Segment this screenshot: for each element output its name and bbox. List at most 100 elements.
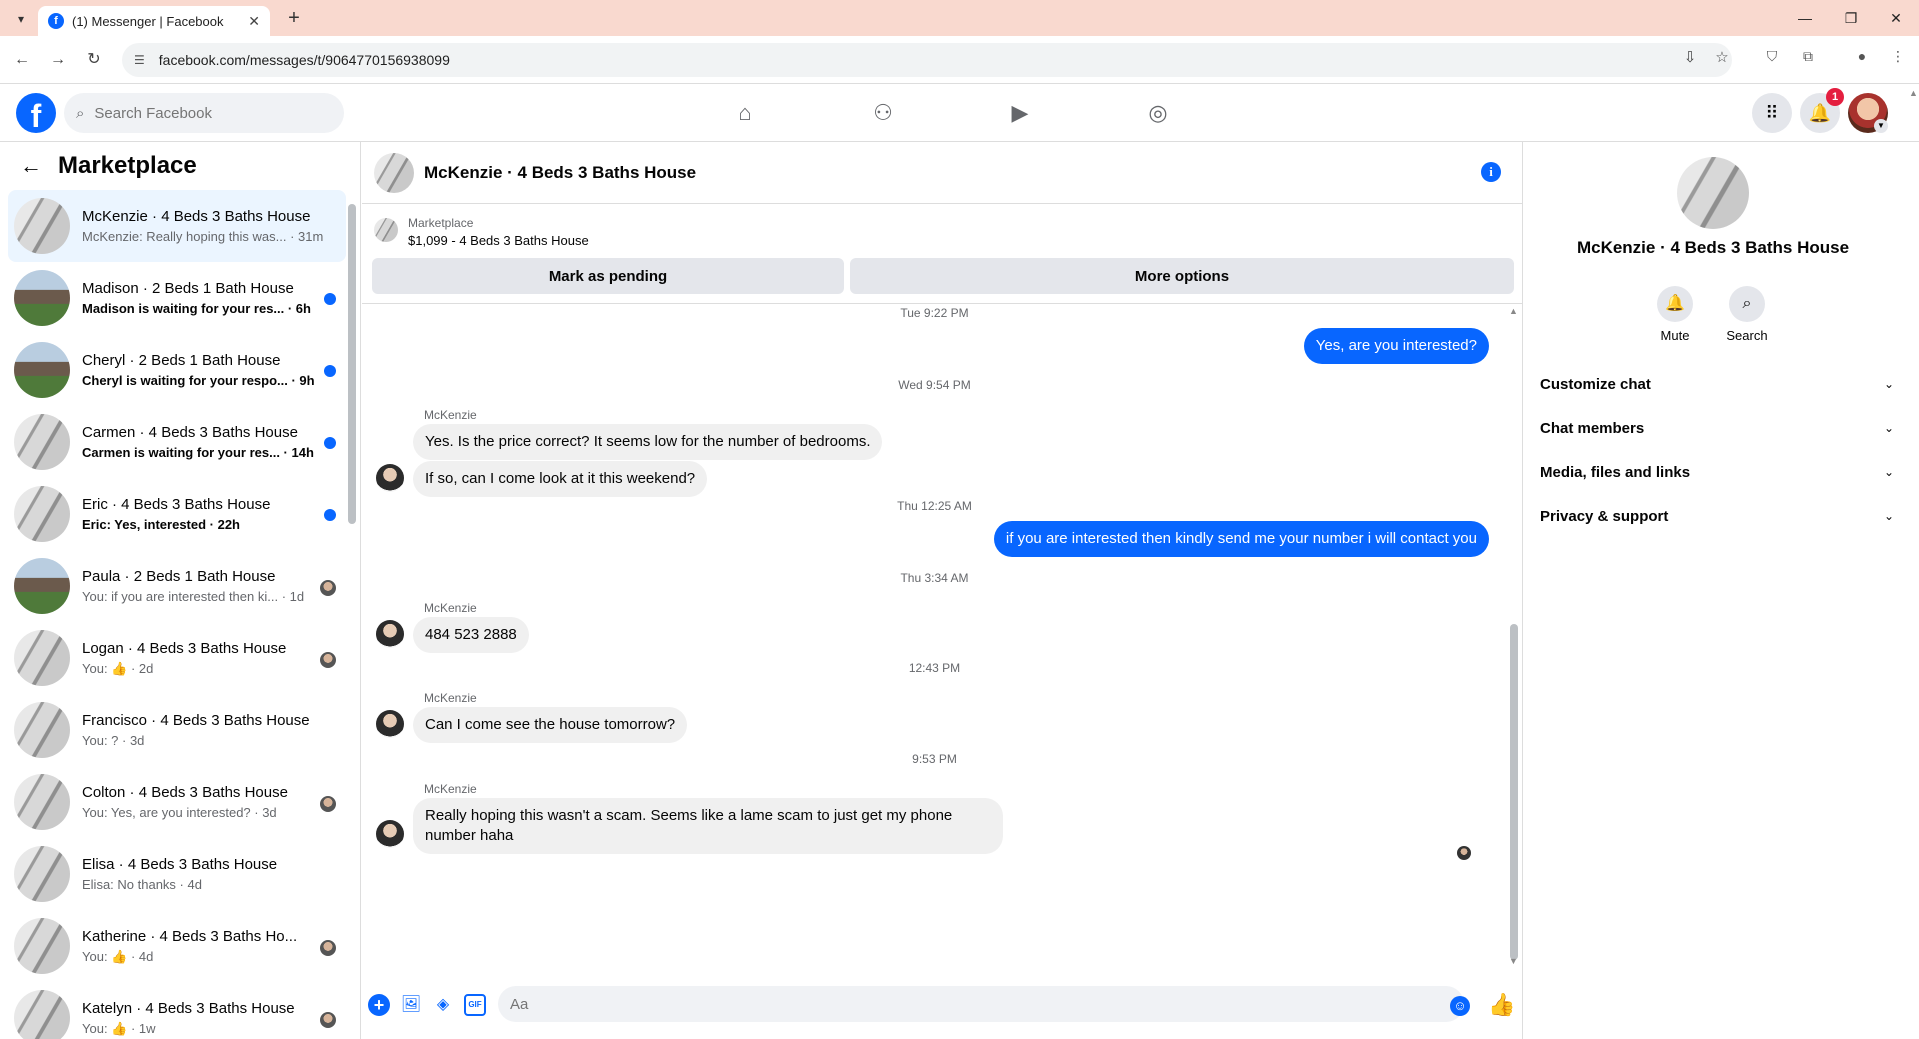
install-app-icon[interactable]: ⇩: [1678, 48, 1702, 66]
new-tab-icon[interactable]: +: [282, 6, 306, 30]
search-action[interactable]: ⌕ Search: [1717, 286, 1777, 343]
attach-photo-icon[interactable]: 🖼: [400, 994, 422, 1016]
details-avatar[interactable]: [1677, 157, 1749, 229]
tab-close-icon[interactable]: ✕: [248, 13, 260, 30]
home-icon[interactable]: ⌂: [730, 98, 760, 128]
scroll-up-arrow-icon[interactable]: ▲: [1509, 306, 1518, 316]
conversation-text: Paula · 2 Beds 1 Bath House You: if you a…: [82, 568, 346, 604]
read-receipt-avatar: [1457, 846, 1471, 860]
address-bar[interactable]: ☰ facebook.com/messages/t/90647701569380…: [122, 43, 1732, 77]
conversation-item[interactable]: Katelyn · 4 Beds 3 Baths House You: 👍 · 1…: [8, 982, 346, 1039]
conversation-item[interactable]: Logan · 4 Beds 3 Baths House You: 👍 · 2d: [8, 622, 346, 694]
message-bubble-outgoing[interactable]: if you are interested then kindly send m…: [993, 521, 1489, 557]
listing-thumbnail[interactable]: [374, 218, 398, 242]
conversation-item[interactable]: Elisa · 4 Beds 3 Baths House Elisa: No th…: [8, 838, 346, 910]
conversation-snippet: McKenzie: Really hoping this was... · 31…: [82, 229, 324, 244]
conversation-name: Francisco · 4 Beds 3 Baths House: [82, 712, 310, 729]
more-options-button[interactable]: More options: [850, 258, 1514, 294]
window-close-icon[interactable]: ✕: [1873, 0, 1919, 36]
section-media-files-links[interactable]: Media, files and links ⌄: [1540, 450, 1900, 494]
sender-avatar[interactable]: [376, 710, 404, 738]
video-icon[interactable]: ▶: [1005, 98, 1035, 128]
section-privacy-support[interactable]: Privacy & support ⌄: [1540, 494, 1900, 538]
listing-thumbnail: [14, 342, 70, 398]
facebook-search[interactable]: ⌕: [64, 93, 344, 133]
sticker-icon[interactable]: ◈: [432, 994, 454, 1016]
scroll-up-arrow-icon[interactable]: ▲: [1909, 88, 1918, 98]
emoji-icon[interactable]: ☺: [1450, 996, 1470, 1016]
message-bubble-incoming[interactable]: 484 523 2888: [413, 617, 529, 653]
conversation-item[interactable]: Cheryl · 2 Beds 1 Bath House Cheryl is wa…: [8, 334, 346, 406]
conversation-name: McKenzie · 4 Beds 3 Baths House: [82, 208, 311, 225]
thumbs-up-like-icon[interactable]: 👍: [1488, 992, 1515, 1018]
listing-price[interactable]: $1,099 - 4 Beds 3 Baths House: [408, 233, 589, 248]
scroll-down-arrow-icon[interactable]: ▼: [1509, 956, 1518, 966]
back-arrow-icon[interactable]: ←: [20, 153, 42, 179]
chat-title[interactable]: McKenzie · 4 Beds 3 Baths House: [424, 163, 696, 183]
conversation-item[interactable]: Katherine · 4 Beds 3 Baths Ho... You: 👍 ·…: [8, 910, 346, 982]
browser-toolbar: ← → ↻ ☰ facebook.com/messages/t/90647701…: [0, 36, 1919, 84]
conversation-item[interactable]: Paula · 2 Beds 1 Bath House You: if you a…: [8, 550, 346, 622]
details-name: McKenzie · 4 Beds 3 Baths House: [1576, 238, 1850, 257]
timestamp: Thu 3:34 AM: [900, 571, 969, 585]
mark-as-pending-button[interactable]: Mark as pending: [372, 258, 844, 294]
message-bubble-incoming[interactable]: Can I come see the house tomorrow?: [413, 707, 688, 743]
section-chat-members[interactable]: Chat members ⌄: [1540, 406, 1900, 450]
shield-extension-icon[interactable]: ⛉: [1760, 48, 1784, 72]
groups-icon[interactable]: ◎: [1143, 98, 1173, 128]
search-icon[interactable]: ⌕: [1729, 286, 1765, 322]
message-bubble-incoming[interactable]: Yes. Is the price correct? It seems low …: [413, 424, 883, 460]
sidebar-header: ← Marketplace: [0, 142, 360, 190]
conversation-item[interactable]: McKenzie · 4 Beds 3 Baths House McKenzie:…: [8, 190, 346, 262]
message-input[interactable]: [498, 986, 1464, 1022]
bookmark-star-icon[interactable]: ☆: [1710, 48, 1734, 66]
sidebar-scrollbar-thumb[interactable]: [348, 204, 356, 524]
plus-actions-icon[interactable]: +: [368, 994, 390, 1016]
conversation-item[interactable]: Colton · 4 Beds 3 Baths House You: Yes, a…: [8, 766, 346, 838]
message-bubble-incoming[interactable]: Really hoping this wasn't a scam. Seems …: [413, 798, 1003, 854]
minimize-icon[interactable]: —: [1782, 0, 1828, 36]
friends-icon[interactable]: ⚇: [868, 98, 898, 128]
bell-icon[interactable]: 🔔: [1657, 286, 1693, 322]
conversation-item[interactable]: Carmen · 4 Beds 3 Baths House Carmen is w…: [8, 406, 346, 478]
listing-thumbnail: [14, 990, 70, 1039]
message-bubble-outgoing[interactable]: Yes, are you interested?: [1303, 328, 1489, 364]
url-text: facebook.com/messages/t/9064770156938099: [158, 52, 450, 68]
profile-icon[interactable]: ●: [1850, 48, 1874, 72]
conversation-item[interactable]: Francisco · 4 Beds 3 Baths House You: ? ·…: [8, 694, 346, 766]
conversation-item[interactable]: Madison · 2 Beds 1 Bath House Madison is …: [8, 262, 346, 334]
message-bubble-incoming[interactable]: If so, can I come look at it this weeken…: [413, 461, 708, 497]
site-info-icon[interactable]: ☰: [134, 53, 145, 67]
reload-icon[interactable]: ↻: [82, 48, 106, 72]
mute-action[interactable]: 🔔 Mute: [1645, 286, 1705, 343]
restore-icon[interactable]: ❐: [1828, 0, 1874, 36]
tab-search-chevron-icon[interactable]: ▾: [10, 8, 32, 30]
account-caret-icon[interactable]: ▼: [1874, 119, 1888, 133]
conversation-name: Elisa · 4 Beds 3 Baths House: [82, 856, 278, 873]
chat-scrollbar-thumb[interactable]: [1510, 624, 1518, 960]
sender-avatar[interactable]: [376, 820, 404, 848]
extensions-puzzle-icon[interactable]: ⧉: [1796, 48, 1820, 72]
sender-avatar[interactable]: [376, 620, 404, 648]
back-arrow-icon[interactable]: ←: [10, 48, 34, 72]
facebook-search-input[interactable]: [94, 104, 295, 122]
conversation-name: Katherine · 4 Beds 3 Baths Ho...: [82, 927, 298, 945]
menu-grid-icon[interactable]: ⠿: [1752, 93, 1792, 133]
conversation-snippet: You: Yes, are you interested? · 3d: [82, 805, 277, 820]
chat-avatar[interactable]: [374, 152, 414, 193]
listing-thumbnail: [14, 702, 70, 758]
section-customize-chat[interactable]: Customize chat ⌄: [1540, 362, 1900, 406]
sender-avatar[interactable]: [376, 464, 404, 492]
listing-thumbnail: [14, 270, 70, 326]
page-scrollbar[interactable]: ▲: [1907, 84, 1919, 1039]
chat-scrollbar[interactable]: ▲ ▼: [1507, 304, 1521, 970]
sidebar-scrollbar[interactable]: [346, 190, 358, 1039]
info-icon[interactable]: i: [1481, 162, 1501, 182]
forward-arrow-icon[interactable]: →: [46, 48, 70, 72]
facebook-logo-icon[interactable]: f: [16, 93, 56, 134]
browser-menu-icon[interactable]: ⋮: [1886, 48, 1910, 72]
gif-icon[interactable]: GIF: [464, 994, 486, 1016]
browser-tab[interactable]: f (1) Messenger | Facebook ✕: [38, 6, 270, 36]
conversation-item[interactable]: Eric · 4 Beds 3 Baths House Eric: Yes, in…: [8, 478, 346, 550]
section-label: Privacy & support: [1540, 507, 1669, 525]
